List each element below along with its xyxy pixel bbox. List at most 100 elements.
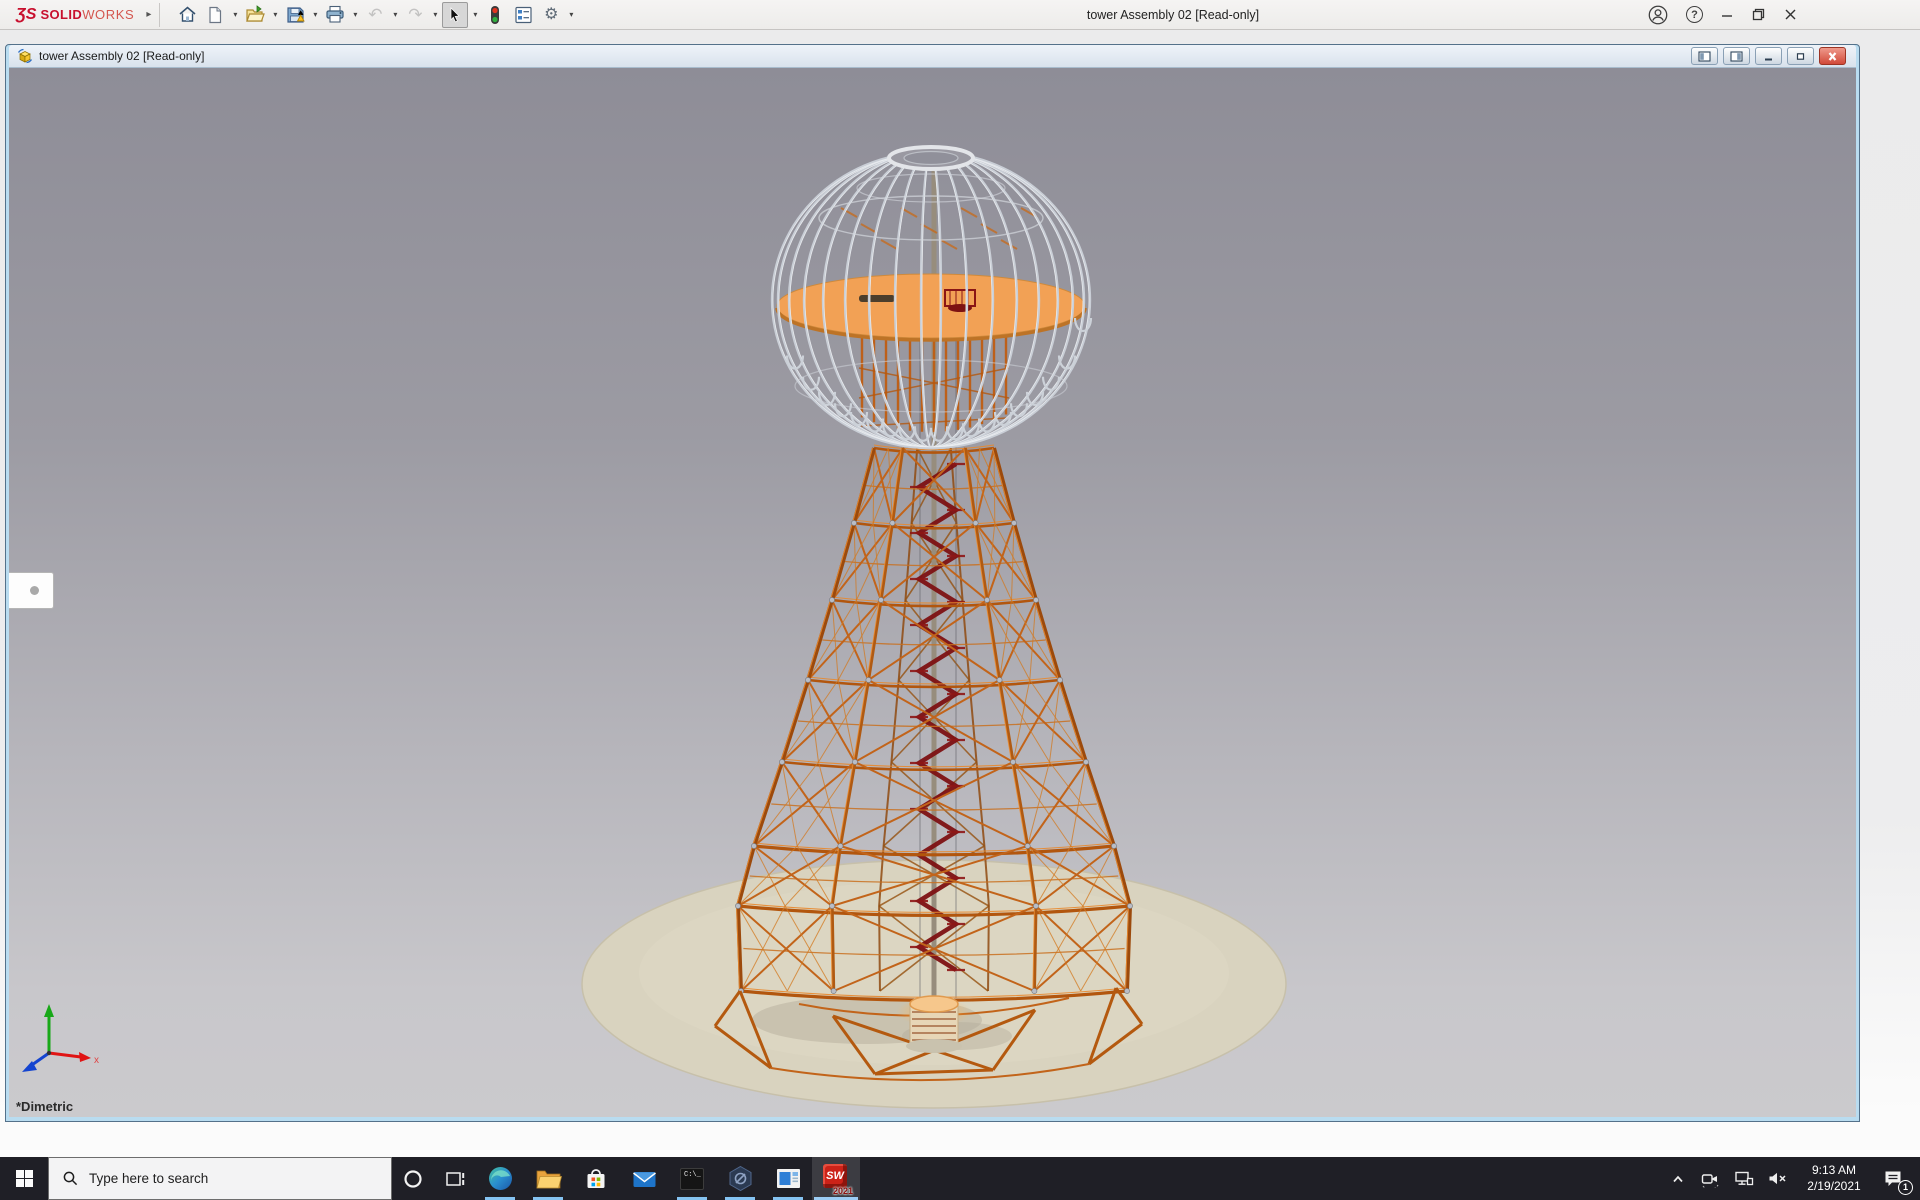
taskbar: Type here to search: [0, 1157, 1920, 1200]
tile-right-icon: [1730, 51, 1743, 62]
undo-dropdown[interactable]: ▾: [390, 10, 400, 19]
tower-3d-model: x: [9, 68, 1856, 1117]
new-document-icon: [206, 6, 224, 24]
doc-restore-icon: [1794, 51, 1807, 62]
windows-start-icon: [15, 1169, 34, 1188]
command-prompt-icon: C:\_: [680, 1168, 704, 1190]
work-area: tower Assembly 02 [Read-only]: [0, 30, 1920, 1157]
select-cursor-icon: [446, 6, 464, 24]
taskbar-app-mail[interactable]: [620, 1157, 668, 1200]
document-window: tower Assembly 02 [Read-only]: [5, 44, 1860, 1122]
doc-minimize-icon: [1762, 51, 1775, 62]
volume-muted-icon[interactable]: [1767, 1170, 1788, 1187]
taskbar-app-solidworks-2021[interactable]: SW 2021: [812, 1157, 860, 1200]
edrawings-hexagon-icon: [727, 1165, 754, 1192]
status-lights-button[interactable]: [482, 2, 508, 28]
save-icon: [286, 5, 305, 24]
document-titlebar[interactable]: tower Assembly 02 [Read-only]: [9, 45, 1856, 68]
task-list-icon: [514, 6, 533, 24]
home-button[interactable]: [174, 2, 200, 28]
taskbar-app-file-explorer[interactable]: [524, 1157, 572, 1200]
feature-pane-collapsed-tab[interactable]: [9, 572, 54, 609]
clock-time: 9:13 AM: [1801, 1163, 1867, 1179]
document-title: tower Assembly 02 [Read-only]: [39, 49, 204, 63]
edge-icon: [487, 1165, 514, 1192]
doc-restore-button[interactable]: [1787, 47, 1814, 65]
meet-now-icon[interactable]: [1700, 1170, 1721, 1188]
notification-badge: 1: [1898, 1180, 1913, 1195]
microsoft-store-icon: [583, 1166, 609, 1192]
document-window-controls: [1691, 47, 1846, 65]
triad-x-label: x: [94, 1055, 99, 1066]
screen: ƷS SOLID WORKS ▸ ▾: [0, 0, 1920, 1200]
print-icon: [325, 5, 345, 24]
task-view-icon: [445, 1169, 466, 1189]
close-icon[interactable]: [1783, 7, 1798, 22]
mail-icon: [631, 1167, 658, 1191]
print-button[interactable]: [322, 2, 348, 28]
redo-button[interactable]: ↷: [402, 2, 428, 28]
account-icon[interactable]: [1647, 4, 1669, 26]
cortana-icon: [402, 1168, 424, 1190]
action-center-button[interactable]: 1: [1880, 1166, 1906, 1192]
clock-date: 2/19/2021: [1801, 1179, 1867, 1195]
solidworks-year-badge: 2021: [833, 1186, 853, 1196]
gear-icon: ⚙: [544, 7, 558, 23]
search-placeholder: Type here to search: [89, 1171, 208, 1186]
undo-button[interactable]: ↶: [362, 2, 388, 28]
taskbar-app-edrawings[interactable]: [716, 1157, 764, 1200]
app-title: tower Assembly 02 [Read-only]: [700, 8, 1646, 22]
doc-minimize-button[interactable]: [1755, 47, 1782, 65]
pane-handle-dot: [30, 586, 39, 595]
new-document-dropdown[interactable]: ▾: [230, 10, 240, 19]
doc-close-icon: [1826, 51, 1839, 62]
doc-close-button[interactable]: [1819, 47, 1846, 65]
save-button[interactable]: [282, 2, 308, 28]
open-folder-icon: [245, 5, 265, 24]
start-button[interactable]: [0, 1157, 48, 1200]
task-view-button[interactable]: [434, 1157, 476, 1200]
restore-icon[interactable]: [1751, 7, 1766, 22]
search-input[interactable]: Type here to search: [48, 1157, 392, 1200]
select-tool-button[interactable]: [442, 2, 468, 28]
minimize-icon[interactable]: [1720, 8, 1734, 22]
file-explorer-icon: [535, 1167, 562, 1191]
open-button[interactable]: [242, 2, 268, 28]
select-tool-dropdown[interactable]: ▾: [470, 10, 480, 19]
tile-left-icon: [1698, 51, 1711, 62]
print-dropdown[interactable]: ▾: [350, 10, 360, 19]
redo-dropdown[interactable]: ▾: [430, 10, 440, 19]
menu-expand-arrow[interactable]: ▸: [146, 9, 151, 20]
hidden-icons-chevron[interactable]: [1669, 1171, 1687, 1187]
taskbar-clock[interactable]: 9:13 AM 2/19/2021: [1801, 1163, 1867, 1194]
solidworks-2021-icon: SW 2021: [821, 1164, 851, 1194]
cortana-button[interactable]: [392, 1157, 434, 1200]
ds-logo-mark: ƷS: [16, 6, 36, 24]
home-icon: [178, 5, 197, 24]
app-titlebar: ƷS SOLID WORKS ▸ ▾: [0, 0, 1920, 30]
new-document-button[interactable]: [202, 2, 228, 28]
solidworks-logo: ƷS SOLID WORKS: [16, 6, 134, 24]
open-dropdown[interactable]: ▾: [270, 10, 280, 19]
options-button[interactable]: ⚙: [538, 2, 564, 28]
quick-toolbar: ▾ ▾ ▾: [174, 2, 576, 28]
help-icon[interactable]: ?: [1686, 6, 1703, 23]
network-icon[interactable]: [1734, 1170, 1754, 1187]
redo-icon: ↷: [408, 6, 422, 23]
undo-icon: ↶: [368, 6, 382, 23]
model-viewport[interactable]: x *Dimetric: [9, 68, 1856, 1117]
taskbar-app-edge[interactable]: [476, 1157, 524, 1200]
system-tray: 9:13 AM 2/19/2021 1: [1669, 1157, 1920, 1200]
taskbar-app-window[interactable]: [764, 1157, 812, 1200]
options-dropdown[interactable]: ▾: [566, 10, 576, 19]
search-icon: [62, 1170, 79, 1187]
taskbar-app-command-prompt[interactable]: C:\_: [668, 1157, 716, 1200]
save-dropdown[interactable]: ▾: [310, 10, 320, 19]
design-checker-button[interactable]: [510, 2, 536, 28]
app-window-controls: ?: [1647, 4, 1798, 26]
tile-right-button[interactable]: [1723, 47, 1750, 65]
taskbar-app-microsoft-store[interactable]: [572, 1157, 620, 1200]
traffic-light-icon: [489, 5, 501, 25]
app-window-icon: [775, 1167, 802, 1190]
tile-left-button[interactable]: [1691, 47, 1718, 65]
